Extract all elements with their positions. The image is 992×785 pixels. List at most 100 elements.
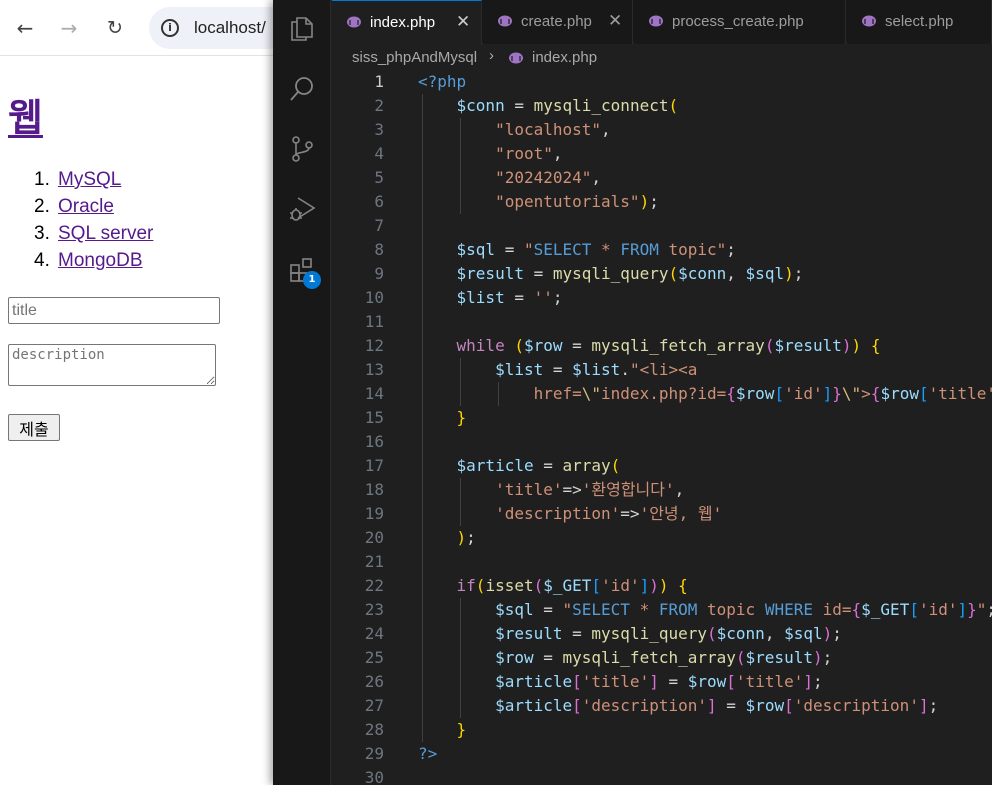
code-token: $row [735,384,775,403]
code-line[interactable]: 27 $article['description'] = $row['descr… [332,694,992,718]
code-token: $_GET [861,600,910,619]
list-number: 2. [34,196,50,217]
vscode-window: 1 index.php ✕ create.php ✕ process_creat… [273,0,992,785]
code-token: href= [533,384,582,403]
code-line[interactable]: 9 $result = mysqli_query($conn, $sql); [332,262,992,286]
code-line[interactable]: 17 $article = array( [332,454,992,478]
back-arrow-icon[interactable]: ← [11,14,39,42]
page-title-link[interactable]: 웹 [8,87,43,142]
description-textarea[interactable] [8,344,216,386]
reload-icon[interactable]: ↻ [101,14,129,42]
code-line[interactable]: 29 ?> [332,742,992,766]
search-icon[interactable] [287,74,317,104]
topic-link-sql-server[interactable]: SQL server [58,223,153,245]
code-token: [ [774,384,785,403]
code-line[interactable]: 26 $article['title'] = $row['title']; [332,670,992,694]
code-line[interactable]: 2 $conn = mysqli_connect( [332,94,992,118]
tab-index-php[interactable]: index.php ✕ [332,0,482,45]
code-line[interactable]: 12 while ($row = mysqli_fetch_array($res… [332,334,992,358]
code-token: = [504,288,534,307]
code-token: \" [581,384,602,403]
url-text[interactable]: localhost/ [194,18,266,38]
code-token: $row [687,672,727,691]
code-line[interactable]: 16 [332,430,992,454]
code-token: [ [572,696,582,715]
forward-arrow-icon[interactable]: → [55,14,83,42]
code-token: ] [639,576,650,595]
code-line[interactable]: 11 [332,310,992,334]
source-control-icon[interactable] [287,134,317,164]
line-number: 11 [364,312,384,331]
code-line[interactable]: 15 } [332,406,992,430]
code-line[interactable]: 1 <?php [332,72,992,94]
line-number: 26 [364,672,384,691]
run-debug-icon[interactable] [287,194,317,224]
code-token: = [533,600,563,619]
line-number: 8 [374,240,384,259]
address-bar[interactable]: i localhost/ [149,7,289,49]
code-token: , [601,120,611,139]
code-token: <?php [418,72,467,91]
code-line[interactable]: 3 "localhost", [332,118,992,142]
code-token: " [976,600,987,619]
line-number: 5 [374,168,384,187]
breadcrumb-file[interactable]: index.php [532,49,597,66]
code-token: $sql [456,240,496,259]
code-line[interactable]: 21 [332,550,992,574]
code-text: href=\"index.php?id={$row['id']}\">{$row… [418,382,992,406]
code-line[interactable]: 10 $list = ''; [332,286,992,310]
code-line[interactable]: 5 "20242024", [332,166,992,190]
code-line[interactable]: 24 $result = mysqli_query($conn, $sql); [332,622,992,646]
tab-select-php[interactable]: select.php [847,0,992,44]
breadcrumb-folder[interactable]: siss_phpAndMysql [352,49,477,66]
code-token: = [562,624,592,643]
topic-link-mysql[interactable]: MySQL [58,169,121,191]
close-icon[interactable]: ✕ [456,12,470,32]
code-line[interactable]: 18 'title'=>'환영합니다', [332,478,992,502]
code-line[interactable]: 20 ); [332,526,992,550]
code-token: 'id' [918,600,958,619]
code-line[interactable]: 4 "root", [332,142,992,166]
code-line[interactable]: 19 'description'=>'안녕, 웹' [332,502,992,526]
code-text: "root", [418,142,562,166]
code-line[interactable]: 25 $row = mysqli_fetch_array($result); [332,646,992,670]
code-line[interactable]: 30 [332,766,992,785]
code-token: ; [928,696,939,715]
code-line[interactable]: 7 [332,214,992,238]
code-token: $conn [716,624,765,643]
code-token: } [832,384,842,403]
list-number: 3. [34,223,50,244]
code-line[interactable]: 8 $sql = "SELECT * FROM topic"; [332,238,992,262]
line-number: 29 [364,744,384,763]
tab-create-php[interactable]: create.php ✕ [483,0,633,44]
tab-label: index.php [370,14,436,31]
code-editor[interactable]: 1 <?php 2 $conn = mysqli_connect(3 "localh… [332,72,992,785]
code-line[interactable]: 13 $list = $list."<li><a [332,358,992,382]
code-line[interactable]: 23 $sql = "SELECT * FROM topic WHERE id=… [332,598,992,622]
files-icon[interactable] [287,14,317,44]
code-line[interactable]: 14 href=\"index.php?id={$row['id']}\">{$… [332,382,992,406]
topic-link-oracle[interactable]: Oracle [58,196,114,218]
code-line[interactable]: 6 "opentutorials"); [332,190,992,214]
close-icon[interactable]: ✕ [608,11,622,31]
code-token: $row [523,336,563,355]
tab-process-create-php[interactable]: process_create.php [634,0,846,44]
title-input[interactable] [8,297,220,324]
tab-label: create.php [521,13,592,30]
info-icon[interactable]: i [161,19,179,37]
code-token: index.php?id= [601,384,727,403]
submit-button[interactable]: 제출 [8,414,60,441]
code-token: $result [745,648,813,667]
code-token: id= [812,600,852,619]
code-line[interactable]: 22 if(isset($_GET['id'])) { [332,574,992,598]
code-text: $article = array( [418,454,621,478]
code-line[interactable]: 28 } [332,718,992,742]
code-token: ; [822,648,833,667]
code-token: = [504,96,534,115]
code-token: ( [735,648,746,667]
topic-link-mongodb[interactable]: MongoDB [58,250,143,272]
tab-label: process_create.php [672,13,804,30]
code-token: $article [495,672,573,691]
